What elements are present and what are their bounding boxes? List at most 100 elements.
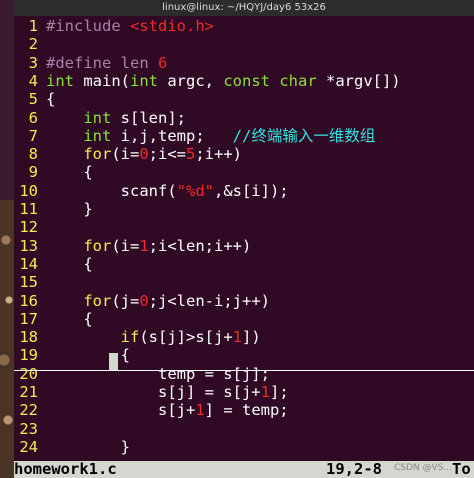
line-number: 8 (28, 145, 38, 164)
code-line[interactable]: 10 scanf("%d",&s[i]); (14, 182, 474, 200)
watermark: CSDN @VS... (394, 463, 452, 473)
code-token: 0 (139, 145, 149, 164)
code-line[interactable]: 12 (14, 218, 474, 236)
code-line[interactable]: 18 if(s[j]>s[j+1]) (14, 328, 474, 346)
code-line[interactable]: 16 for(j=0;j<len-i;j++) (14, 292, 474, 310)
code-line[interactable]: 19 { (14, 346, 474, 364)
code-text[interactable]: int i,j,temp; //终端输入一维数组 (46, 127, 375, 145)
code-token: scanf( (46, 181, 177, 200)
line-number: 1 (28, 17, 38, 35)
code-text[interactable]: { (46, 310, 92, 328)
code-line[interactable]: 9 { (14, 163, 474, 181)
code-text[interactable]: } (46, 200, 93, 218)
code-line[interactable]: 17 { (14, 310, 474, 328)
line-number: 12 (19, 218, 38, 237)
line-number: 21 (19, 383, 38, 401)
code-text[interactable]: if(s[j]>s[j+1]) (46, 328, 261, 346)
code-line[interactable]: 1 #include <stdio.h> (14, 17, 474, 35)
code-token: *argv[]) (316, 71, 401, 90)
desktop-wallpaper (0, 0, 14, 478)
code-token: for (83, 291, 112, 310)
code-token: 0 (139, 291, 149, 310)
code-token: const char (223, 71, 317, 90)
line-number: 2 (28, 35, 38, 54)
code-line[interactable]: 13 for(i=1;i<len;i++) (14, 237, 474, 255)
line-number: 6 (28, 108, 38, 127)
code-text[interactable]: temp = s[j]; (46, 365, 270, 383)
code-line[interactable]: 11 } (14, 200, 474, 218)
code-token: argc, (158, 71, 224, 90)
line-number: 18 (19, 328, 38, 347)
code-token: //终端输入一维数组 (232, 126, 376, 145)
code-token: int (46, 71, 74, 90)
code-line[interactable]: 2 (14, 35, 474, 53)
line-number: 16 (19, 291, 38, 310)
code-token: } (46, 200, 93, 218)
line-number: 9 (28, 163, 38, 182)
code-line[interactable]: 6 int s[len]; (14, 109, 474, 127)
code-token: int (83, 108, 112, 127)
code-text[interactable]: for(i=1;i<len;i++) (46, 237, 251, 255)
code-token: ;j<len-i;j++) (148, 291, 270, 310)
code-token: temp = s[j]; (46, 364, 270, 383)
code-text[interactable]: s[j] = s[j+1]; (46, 383, 289, 401)
code-token: { (46, 90, 56, 109)
code-token: (i= (111, 236, 140, 255)
code-text[interactable]: } (46, 438, 130, 456)
code-line[interactable]: 7 int i,j,temp; //终端输入一维数组 (14, 127, 474, 145)
code-token: "%d" (176, 181, 214, 200)
terminal-titlebar[interactable]: linux@linux: ~/HQYJ/day6 53x26 (14, 0, 474, 16)
code-token: 6 (157, 53, 168, 72)
code-token: main( (74, 71, 130, 90)
code-token: for (83, 236, 112, 255)
code-line[interactable]: 3 #define len 6 (14, 54, 474, 72)
line-number: 22 (19, 401, 38, 420)
line-number: 19 (19, 346, 38, 365)
code-token: (s[j]>s[j+ (139, 328, 233, 347)
code-token: 1 (195, 401, 205, 420)
code-text[interactable]: int main(int argc, const char *argv[]) (46, 72, 401, 90)
line-number: 20 (19, 364, 38, 383)
code-token: ,&s[i]); (213, 181, 289, 200)
code-text[interactable]: scanf("%d",&s[i]); (46, 182, 289, 200)
code-line[interactable]: 4 int main(int argc, const char *argv[]) (14, 72, 474, 90)
code-text[interactable]: s[j+1] = temp; (46, 401, 289, 419)
code-line[interactable]: 23 (14, 420, 474, 438)
line-number: 17 (19, 309, 38, 328)
code-line[interactable]: 22 s[j+1] = temp; (14, 401, 474, 419)
code-token: #include (46, 17, 130, 35)
code-line[interactable]: 24 } (14, 438, 474, 456)
code-text[interactable]: for(j=0;j<len-i;j++) (46, 292, 270, 310)
status-scroll-percent: To (452, 460, 471, 478)
code-text[interactable]: #include <stdio.h> (46, 17, 214, 35)
code-text[interactable]: #define len 6 (46, 54, 167, 72)
line-number: 14 (19, 254, 38, 273)
line-number: 4 (28, 71, 38, 90)
code-token: 1 (260, 383, 270, 401)
line-number: 11 (19, 200, 38, 218)
code-line[interactable]: 5{ (14, 90, 474, 108)
code-token: ;i<= (148, 145, 186, 164)
line-number: 3 (28, 53, 38, 72)
code-line[interactable]: 14 { (14, 255, 474, 273)
line-number: 13 (19, 236, 38, 255)
code-token: { (46, 163, 93, 182)
code-line[interactable]: 15 (14, 273, 474, 291)
code-text[interactable]: for(i=0;i<=5;i++) (46, 145, 242, 163)
code-line[interactable]: 20 temp = s[j]; (14, 365, 474, 383)
code-token: ;i++) (195, 145, 243, 164)
line-number: 15 (19, 273, 38, 292)
code-line[interactable]: 8 for(i=0;i<=5;i++) (14, 145, 474, 163)
code-token: i,j,temp; (111, 126, 233, 145)
code-text[interactable]: { (46, 255, 92, 273)
code-text[interactable]: { (46, 90, 55, 108)
code-text[interactable]: int s[len]; (46, 109, 186, 127)
code-line[interactable]: 21 s[j] = s[j+1]; (14, 383, 474, 401)
cursor-line-underline (14, 370, 474, 371)
terminal-window[interactable]: linux@linux: ~/HQYJ/day6 53x26 1 #include… (14, 0, 474, 478)
code-text[interactable]: { (46, 163, 93, 182)
